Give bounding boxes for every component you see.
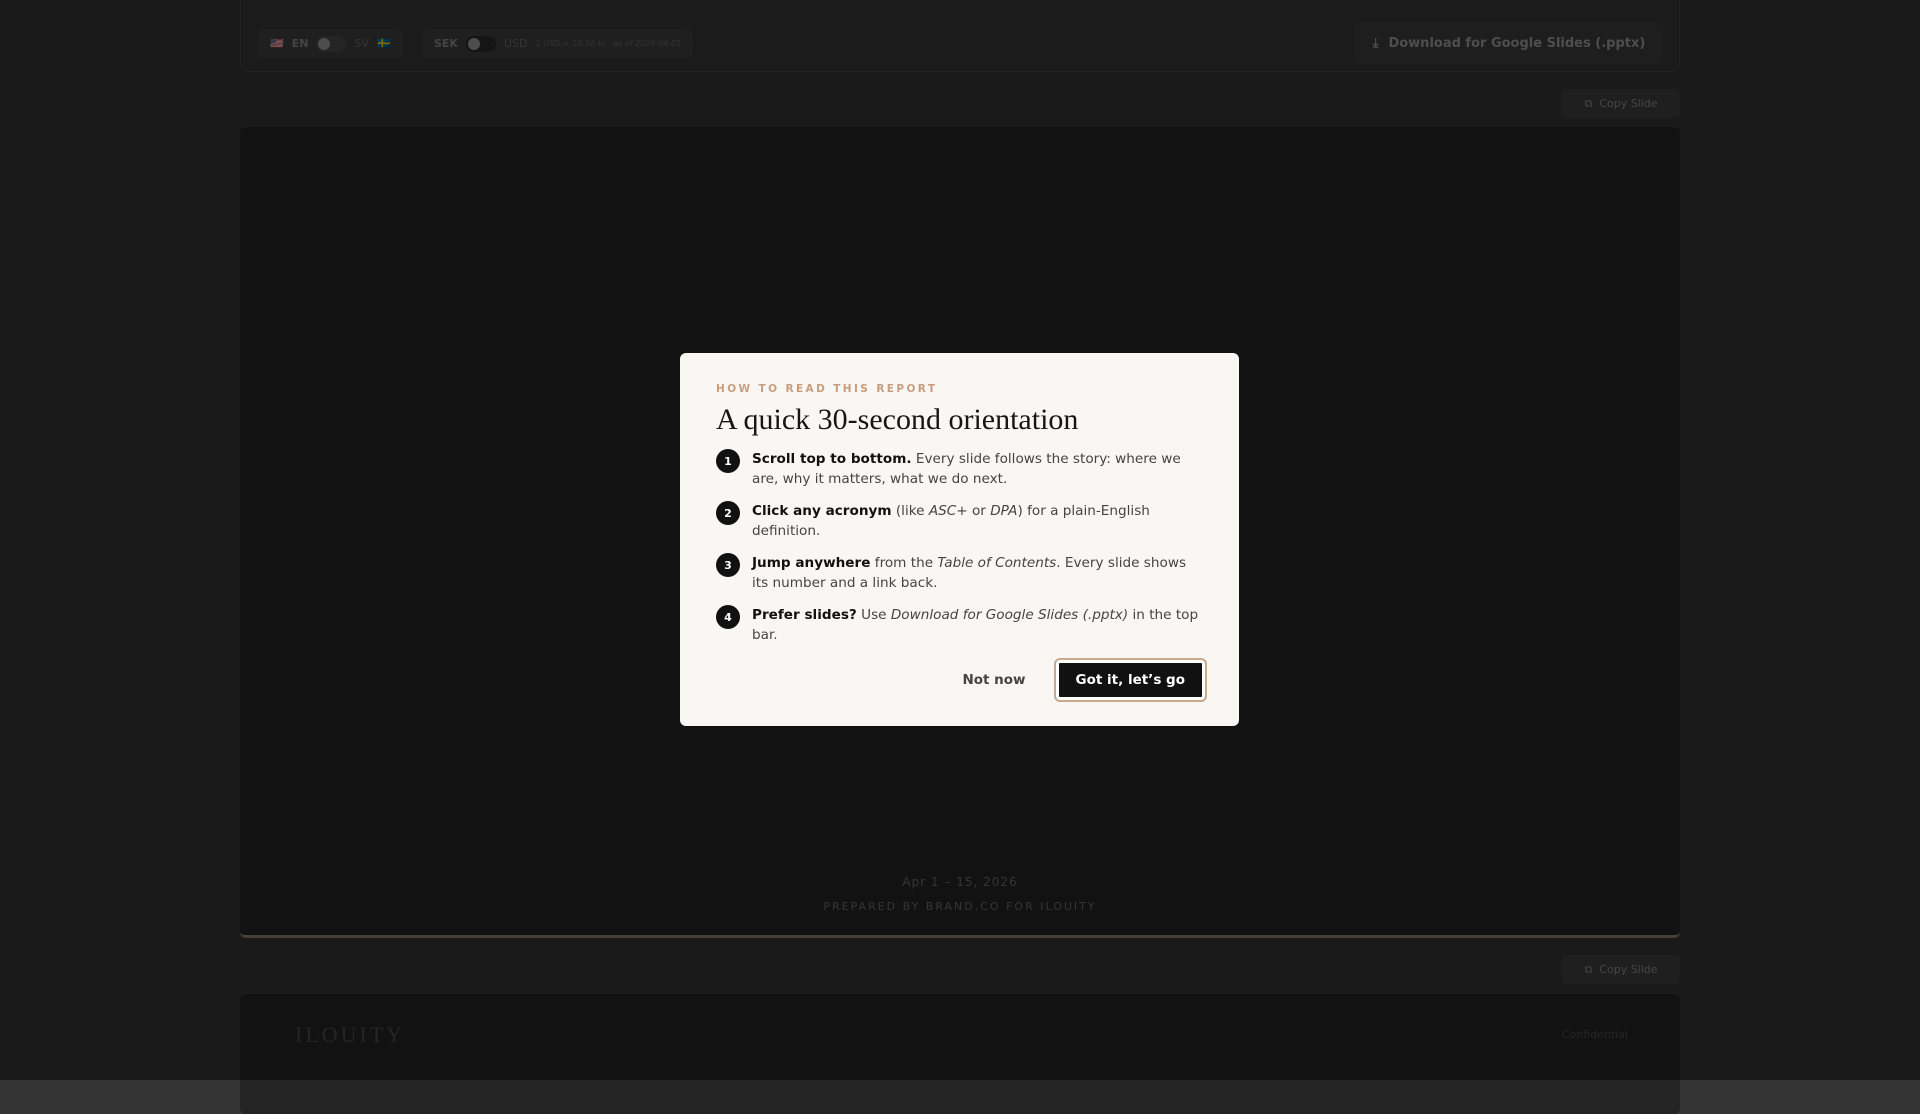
instruction-text-part: DPA xyxy=(990,503,1017,519)
instruction-text-part: or xyxy=(968,503,991,519)
instruction-text: Jump anywhere from the Table of Contents… xyxy=(752,553,1203,593)
instruction-text-part: Table of Contents xyxy=(937,555,1056,571)
got-it-button[interactable]: Got it, let’s go xyxy=(1056,660,1205,700)
instruction-item: 4 Prefer slides? Use Download for Google … xyxy=(716,605,1203,645)
instruction-item: 2 Click any acronym (like ASC+ or DPA) fo… xyxy=(716,501,1203,541)
step-number-badge: 3 xyxy=(716,553,740,577)
orientation-dialog: HOW TO READ THIS REPORT A quick 30-secon… xyxy=(680,353,1239,726)
instruction-text-part: Prefer slides? xyxy=(752,607,857,623)
dialog-kicker: HOW TO READ THIS REPORT xyxy=(716,383,1203,395)
instruction-text-part: Use xyxy=(857,607,891,623)
instruction-text-part: (like xyxy=(892,503,929,519)
not-now-button[interactable]: Not now xyxy=(962,672,1025,688)
instruction-text: Scroll top to bottom. Every slide follow… xyxy=(752,449,1203,489)
instruction-list: 1 Scroll top to bottom. Every slide follo… xyxy=(716,449,1203,645)
instruction-item: 3 Jump anywhere from the Table of Content… xyxy=(716,553,1203,593)
instruction-text-part: Scroll top to bottom. xyxy=(752,451,912,467)
instruction-text-part: ASC+ xyxy=(929,503,968,519)
instruction-text: Prefer slides? Use Download for Google S… xyxy=(752,605,1203,645)
instruction-text-part: Download for Google Slides (.pptx) xyxy=(891,607,1128,623)
step-number-badge: 1 xyxy=(716,449,740,473)
instruction-text: Click any acronym (like ASC+ or DPA) for… xyxy=(752,501,1203,541)
instruction-text-part: Click any acronym xyxy=(752,503,892,519)
dialog-title: A quick 30-second orientation xyxy=(716,403,1203,437)
step-number-badge: 4 xyxy=(716,605,740,629)
instruction-text-part: from the xyxy=(870,555,937,571)
instruction-item: 1 Scroll top to bottom. Every slide follo… xyxy=(716,449,1203,489)
instruction-text-part: Jump anywhere xyxy=(752,555,870,571)
step-number-badge: 2 xyxy=(716,501,740,525)
